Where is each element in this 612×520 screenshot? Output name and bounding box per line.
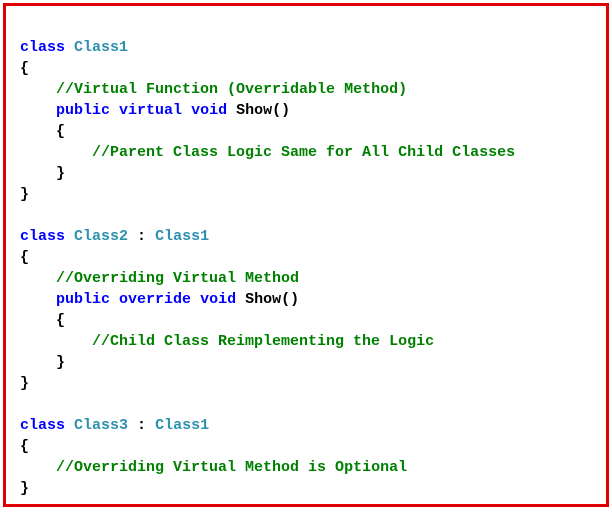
keyword-void: void (191, 102, 227, 119)
type-name: Class3 (74, 417, 128, 434)
comment: //Overriding Virtual Method (56, 270, 299, 287)
comment: //Parent Class Logic Same for All Child … (92, 144, 515, 161)
keyword-override: override (119, 291, 191, 308)
code-snippet-box: class Class1 { //Virtual Function (Overr… (3, 3, 609, 507)
brace-open: { (20, 249, 29, 266)
brace-close: } (56, 165, 65, 182)
brace-open: { (56, 123, 65, 140)
keyword-public: public (56, 102, 110, 119)
inherit-colon: : (128, 228, 155, 245)
comment: //Child Class Reimplementing the Logic (92, 333, 434, 350)
brace-open: { (20, 60, 29, 77)
keyword-public: public (56, 291, 110, 308)
keyword-class: class (20, 228, 65, 245)
brace-close: } (20, 375, 29, 392)
keyword-class: class (20, 39, 65, 56)
brace-close: } (20, 480, 29, 497)
type-name: Class1 (74, 39, 128, 56)
code-content: class Class1 { //Virtual Function (Overr… (20, 37, 592, 499)
brace-close: } (20, 186, 29, 203)
brace-open: { (20, 438, 29, 455)
inherit-colon: : (128, 417, 155, 434)
brace-open: { (56, 312, 65, 329)
keyword-class: class (20, 417, 65, 434)
method-name: Show() (236, 102, 290, 119)
method-name: Show() (245, 291, 299, 308)
type-name: Class2 (74, 228, 128, 245)
comment: //Virtual Function (Overridable Method) (56, 81, 407, 98)
keyword-virtual: virtual (119, 102, 182, 119)
base-type: Class1 (155, 417, 209, 434)
brace-close: } (56, 354, 65, 371)
base-type: Class1 (155, 228, 209, 245)
keyword-void: void (200, 291, 236, 308)
comment: //Overriding Virtual Method is Optional (56, 459, 407, 476)
